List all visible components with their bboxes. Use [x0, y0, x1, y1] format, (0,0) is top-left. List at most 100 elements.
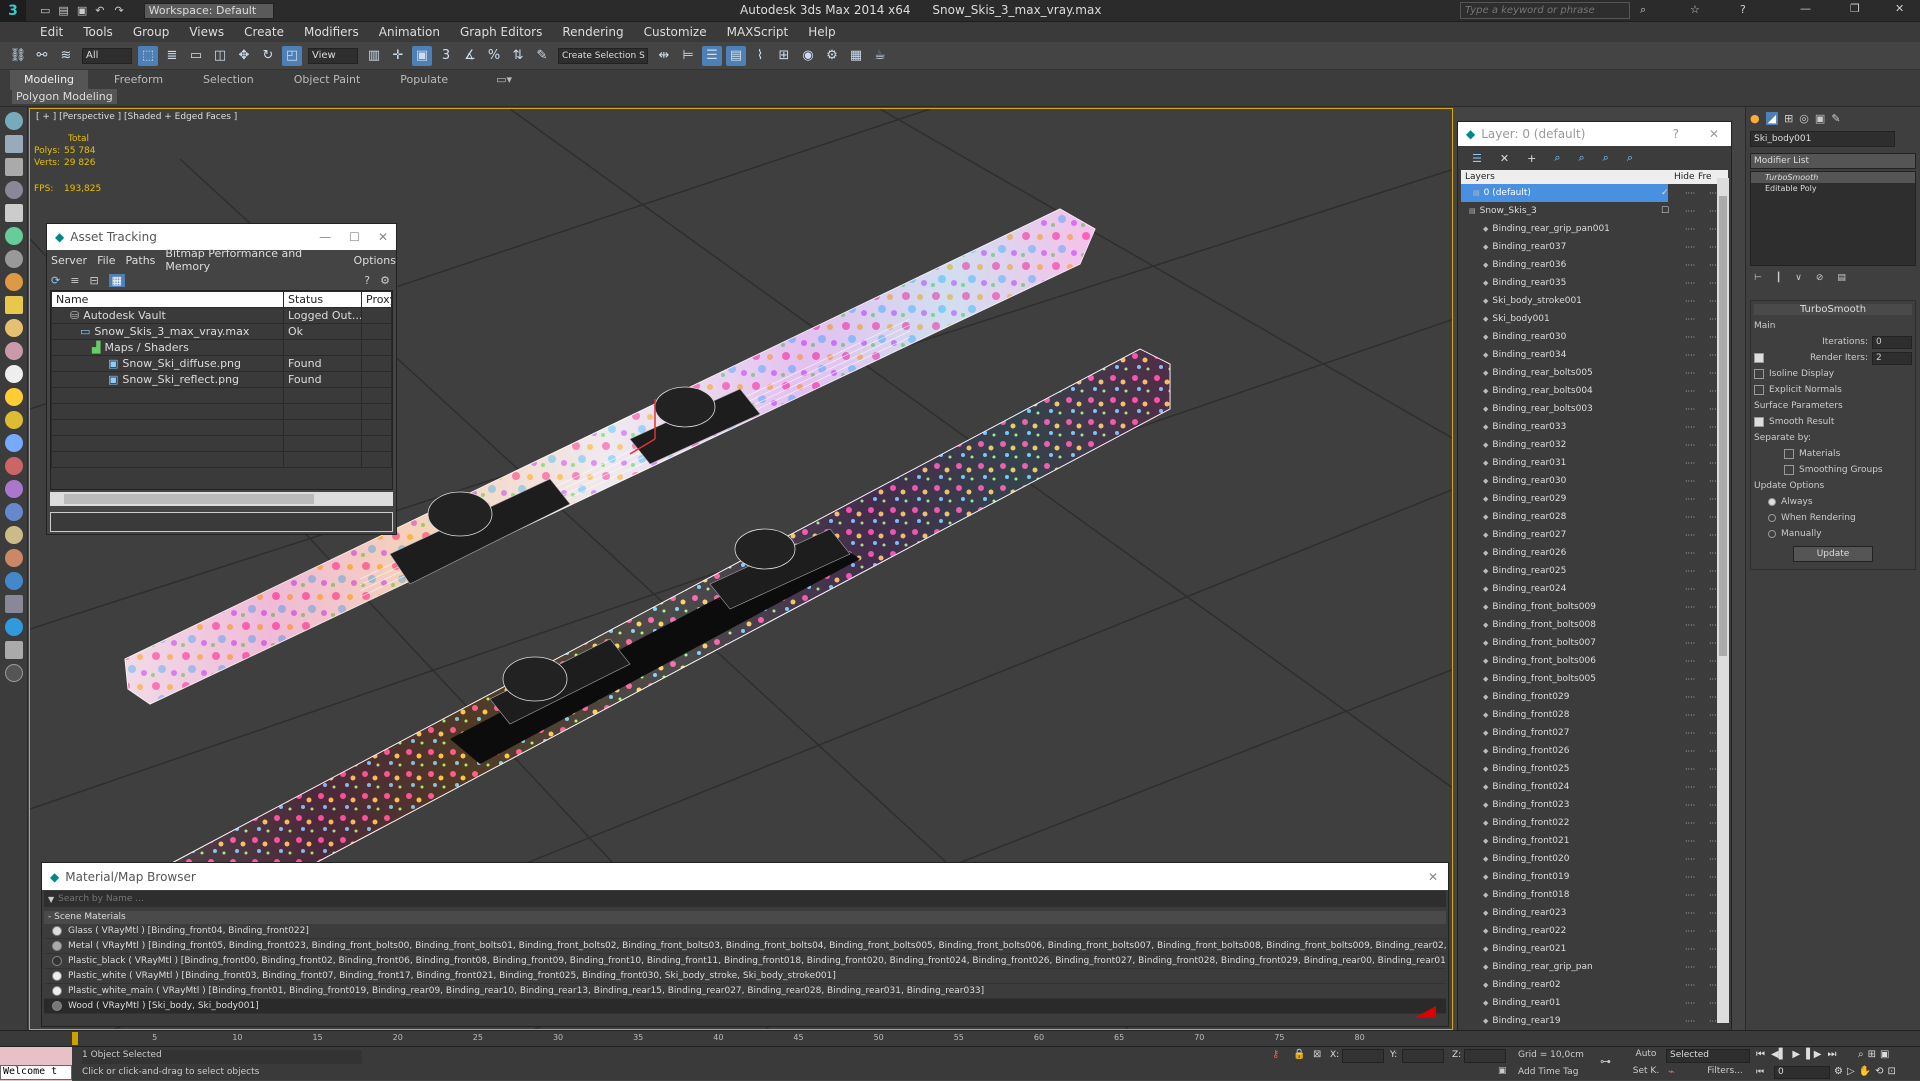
smooth-result-checkbox[interactable] [1754, 417, 1764, 427]
layer-row[interactable]: ◆ Binding_front022 ···· ··· [1461, 814, 1728, 832]
freeze-toggle[interactable]: ···· [1685, 495, 1695, 504]
prev-frame-icon[interactable]: ◀▌ [1771, 1049, 1786, 1060]
render-toggle[interactable]: ··· [1709, 729, 1717, 738]
layer-row[interactable]: ◆ Binding_front020 ···· ··· [1461, 850, 1728, 868]
key-filters-button[interactable]: Filters... [1700, 1066, 1750, 1079]
table-row[interactable]: ⛁ Autodesk Vault Logged Out... [51, 307, 392, 324]
render-iters-checkbox[interactable] [1754, 353, 1764, 363]
globe-icon[interactable] [5, 572, 23, 590]
layer-row[interactable]: ◆ Binding_front024 ···· ··· [1461, 778, 1728, 796]
absolute-mode-icon[interactable]: ⊠ [1313, 1049, 1321, 1060]
bones-icon[interactable] [5, 549, 23, 567]
layer-row[interactable]: ◆ Binding_rear036 ···· ··· [1461, 256, 1728, 274]
material-browser-titlebar[interactable]: ◆ Material/Map Browser ✕ [42, 863, 1448, 890]
stack-item-turbosmooth[interactable]: TurboSmooth [1751, 172, 1915, 183]
add-time-tag[interactable]: Add Time Tag [1518, 1067, 1578, 1077]
material-item[interactable]: Glass ( VRayMtl ) [Binding_front04, Bind… [44, 924, 1446, 939]
settings-icon[interactable]: ⚙ [380, 274, 390, 287]
render-toggle[interactable]: ··· [1709, 693, 1717, 702]
biped-icon[interactable] [5, 526, 23, 544]
layer-row[interactable]: ◆ Binding_front026 ···· ··· [1461, 742, 1728, 760]
when-rendering-row[interactable]: When Rendering [1754, 510, 1912, 526]
close-button[interactable]: ✕ [1895, 2, 1904, 15]
material-item[interactable]: Wood ( VRayMtl ) [Ski_body, Ski_body001] [44, 999, 1446, 1014]
layer-row[interactable]: ◆ Binding_front023 ···· ··· [1461, 796, 1728, 814]
binoculars-icon[interactable]: ⌕ [1640, 3, 1646, 17]
tab-modeling[interactable]: Modeling [10, 70, 89, 90]
render-toggle[interactable]: ··· [1709, 927, 1717, 936]
material-search-input[interactable] [58, 892, 1446, 906]
select-object-icon[interactable]: ⬚ [138, 45, 158, 66]
layer-manager-icon[interactable]: ☰ [702, 45, 722, 66]
render-toggle[interactable]: ··· [1709, 747, 1717, 756]
render-toggle[interactable]: ··· [1709, 1017, 1717, 1026]
menu-tools[interactable]: Tools [73, 22, 123, 42]
undo-icon[interactable]: ↶ [95, 4, 104, 17]
layer-row[interactable]: ◆ Binding_rear037 ···· ··· [1461, 238, 1728, 256]
freeze-toggle[interactable]: ···· [1685, 531, 1695, 540]
layer-row[interactable]: ◆ Binding_rear024 ···· ··· [1461, 580, 1728, 598]
always-row[interactable]: Always [1754, 494, 1912, 510]
script-icon[interactable] [5, 641, 23, 659]
render-toggle[interactable]: ··· [1709, 225, 1717, 234]
help-round-icon[interactable] [5, 664, 23, 682]
schematic-view-icon[interactable]: ⊞ [774, 46, 794, 66]
layer-row[interactable]: ◆ Binding_front027 ···· ··· [1461, 724, 1728, 742]
tab-selection[interactable]: Selection [189, 70, 268, 90]
layer-row[interactable]: ◆ Binding_rear028 ···· ··· [1461, 508, 1728, 526]
cloth-icon[interactable] [5, 480, 23, 498]
render-toggle[interactable]: ··· [1709, 297, 1717, 306]
table-row[interactable]: ▭ Snow_Skis_3_max_vray.max Ok [51, 323, 392, 340]
rect-selection-icon[interactable]: ▭ [186, 46, 206, 66]
render-toggle[interactable]: ··· [1709, 459, 1717, 468]
create-geometry-icon[interactable] [5, 112, 23, 130]
layer-row[interactable]: ◆ Binding_rear_bolts005 ···· ··· [1461, 364, 1728, 382]
materials-row[interactable]: Materials [1754, 446, 1912, 462]
current-frame-field[interactable]: 0 [1774, 1066, 1830, 1079]
freeze-toggle[interactable]: ···· [1685, 261, 1695, 270]
freeze-toggle[interactable]: ···· [1685, 765, 1695, 774]
render-toggle[interactable]: ··· [1709, 549, 1717, 558]
maxscript-listener[interactable]: Welcome t [0, 1047, 72, 1081]
lock-icon[interactable]: 🔒 [1293, 1049, 1305, 1060]
render-toggle[interactable]: ··· [1709, 819, 1717, 828]
angle-snap-icon[interactable]: ∡ [460, 46, 480, 66]
search-options-icon[interactable]: ▼ [48, 895, 54, 904]
freeze-toggle[interactable]: ···· [1685, 387, 1695, 396]
asset-menu-options[interactable]: Options [354, 254, 396, 267]
when-rendering-radio[interactable] [1768, 514, 1776, 522]
layer-col-layers[interactable]: Layers [1461, 172, 1674, 182]
render-toggle[interactable]: ··· [1709, 765, 1717, 774]
motion-tab-icon[interactable]: ◎ [1799, 112, 1809, 125]
set-key-icon[interactable]: ⊶ [1600, 1055, 1611, 1068]
material-item[interactable]: Plastic_white_main ( VRayMtl ) [Binding_… [44, 984, 1446, 999]
workspace-dropdown[interactable]: Workspace: Default [143, 2, 274, 19]
create-tab-icon[interactable]: ● [1750, 112, 1760, 125]
layer-row[interactable]: ◆ Binding_rear023 ···· ··· [1461, 904, 1728, 922]
render-toggle[interactable]: ··· [1709, 981, 1717, 990]
pivot-icon[interactable]: ▥ [364, 46, 384, 66]
spinner-snap-icon[interactable]: ⇅ [508, 46, 528, 66]
ribbon-toggle-icon[interactable]: ▤ [726, 45, 746, 66]
edit-named-sel-icon[interactable]: ✎ [532, 46, 552, 66]
mirror-icon[interactable]: ⇹ [654, 46, 674, 66]
render-toggle[interactable]: ··· [1709, 369, 1717, 378]
layer-close-button[interactable]: ✕ [1709, 127, 1719, 141]
help-search-input[interactable] [1460, 2, 1630, 19]
restore-button[interactable]: ❐ [1850, 2, 1860, 15]
layer-help-button[interactable]: ? [1673, 127, 1679, 141]
layer-row[interactable]: ◆ Binding_front_bolts008 ···· ··· [1461, 616, 1728, 634]
refresh-icon[interactable]: ⟳ [51, 274, 60, 287]
layer-row[interactable]: ◆ Binding_rear19 ···· ··· [1461, 1012, 1728, 1029]
select-layer-icon[interactable]: ⌕ [1554, 151, 1560, 165]
asset-hscroll-thumb[interactable] [64, 494, 314, 504]
freeze-toggle[interactable]: ···· [1685, 459, 1695, 468]
layer-row[interactable]: ◆ Binding_front021 ···· ··· [1461, 832, 1728, 850]
asset-path-field[interactable] [50, 512, 393, 532]
highlight-layer-icon[interactable]: ⌕ [1578, 151, 1584, 165]
layer-row[interactable]: ◆ Binding_front_bolts005 ···· ··· [1461, 670, 1728, 688]
pin-stack-icon[interactable]: ⊢ [1754, 273, 1762, 283]
freeze-toggle[interactable]: ···· [1685, 441, 1695, 450]
freeze-toggle[interactable]: ···· [1685, 477, 1695, 486]
layer-row[interactable]: ◆ Binding_rear022 ···· ··· [1461, 922, 1728, 940]
